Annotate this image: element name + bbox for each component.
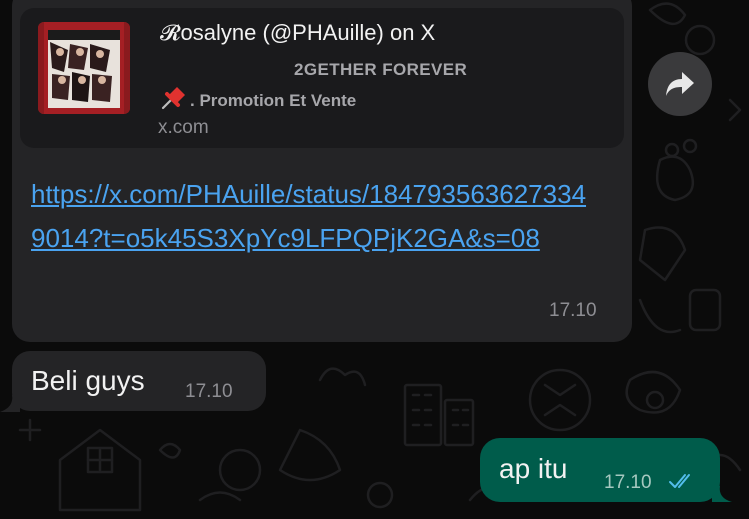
link-preview-description-line1: 2GETHER FOREVER [294,60,468,79]
double-check-icon [669,474,690,488]
message-text: ap itu [499,453,568,484]
message-text: Beli guys [31,365,145,396]
link-preview-description-line2: . Promotion Et Vente [160,86,356,111]
link-preview-description-text: . Promotion Et Vente [190,91,357,110]
link-preview-title: 𝓡osalyne (@PHAuille) on X [160,20,436,45]
incoming-bubble-tail [0,395,20,412]
link-preview-thumbnail [38,22,130,114]
incoming-text-message[interactable]: Beli guys 17.10 [12,351,266,411]
incoming-link-message[interactable]: 𝓡osalyne (@PHAuille) on X 2GETHER FOREVE… [12,0,632,342]
message-timestamp: 17.10 [185,381,233,402]
link-preview-card[interactable]: 𝓡osalyne (@PHAuille) on X 2GETHER FOREVE… [20,8,624,148]
pushpin-icon [161,87,185,110]
forward-arrow-icon [666,72,694,96]
outgoing-text-message[interactable]: ap itu 17.10 [480,438,720,502]
message-timestamp: 17.10 [604,472,652,493]
link-preview-domain: x.com [158,117,209,138]
share-button[interactable] [648,52,712,116]
message-timestamp: 17.10 [549,300,597,321]
outgoing-bubble-tail [712,486,732,502]
message-link-url[interactable]: https://x.com/PHAuille/status/1847935636… [31,172,591,260]
